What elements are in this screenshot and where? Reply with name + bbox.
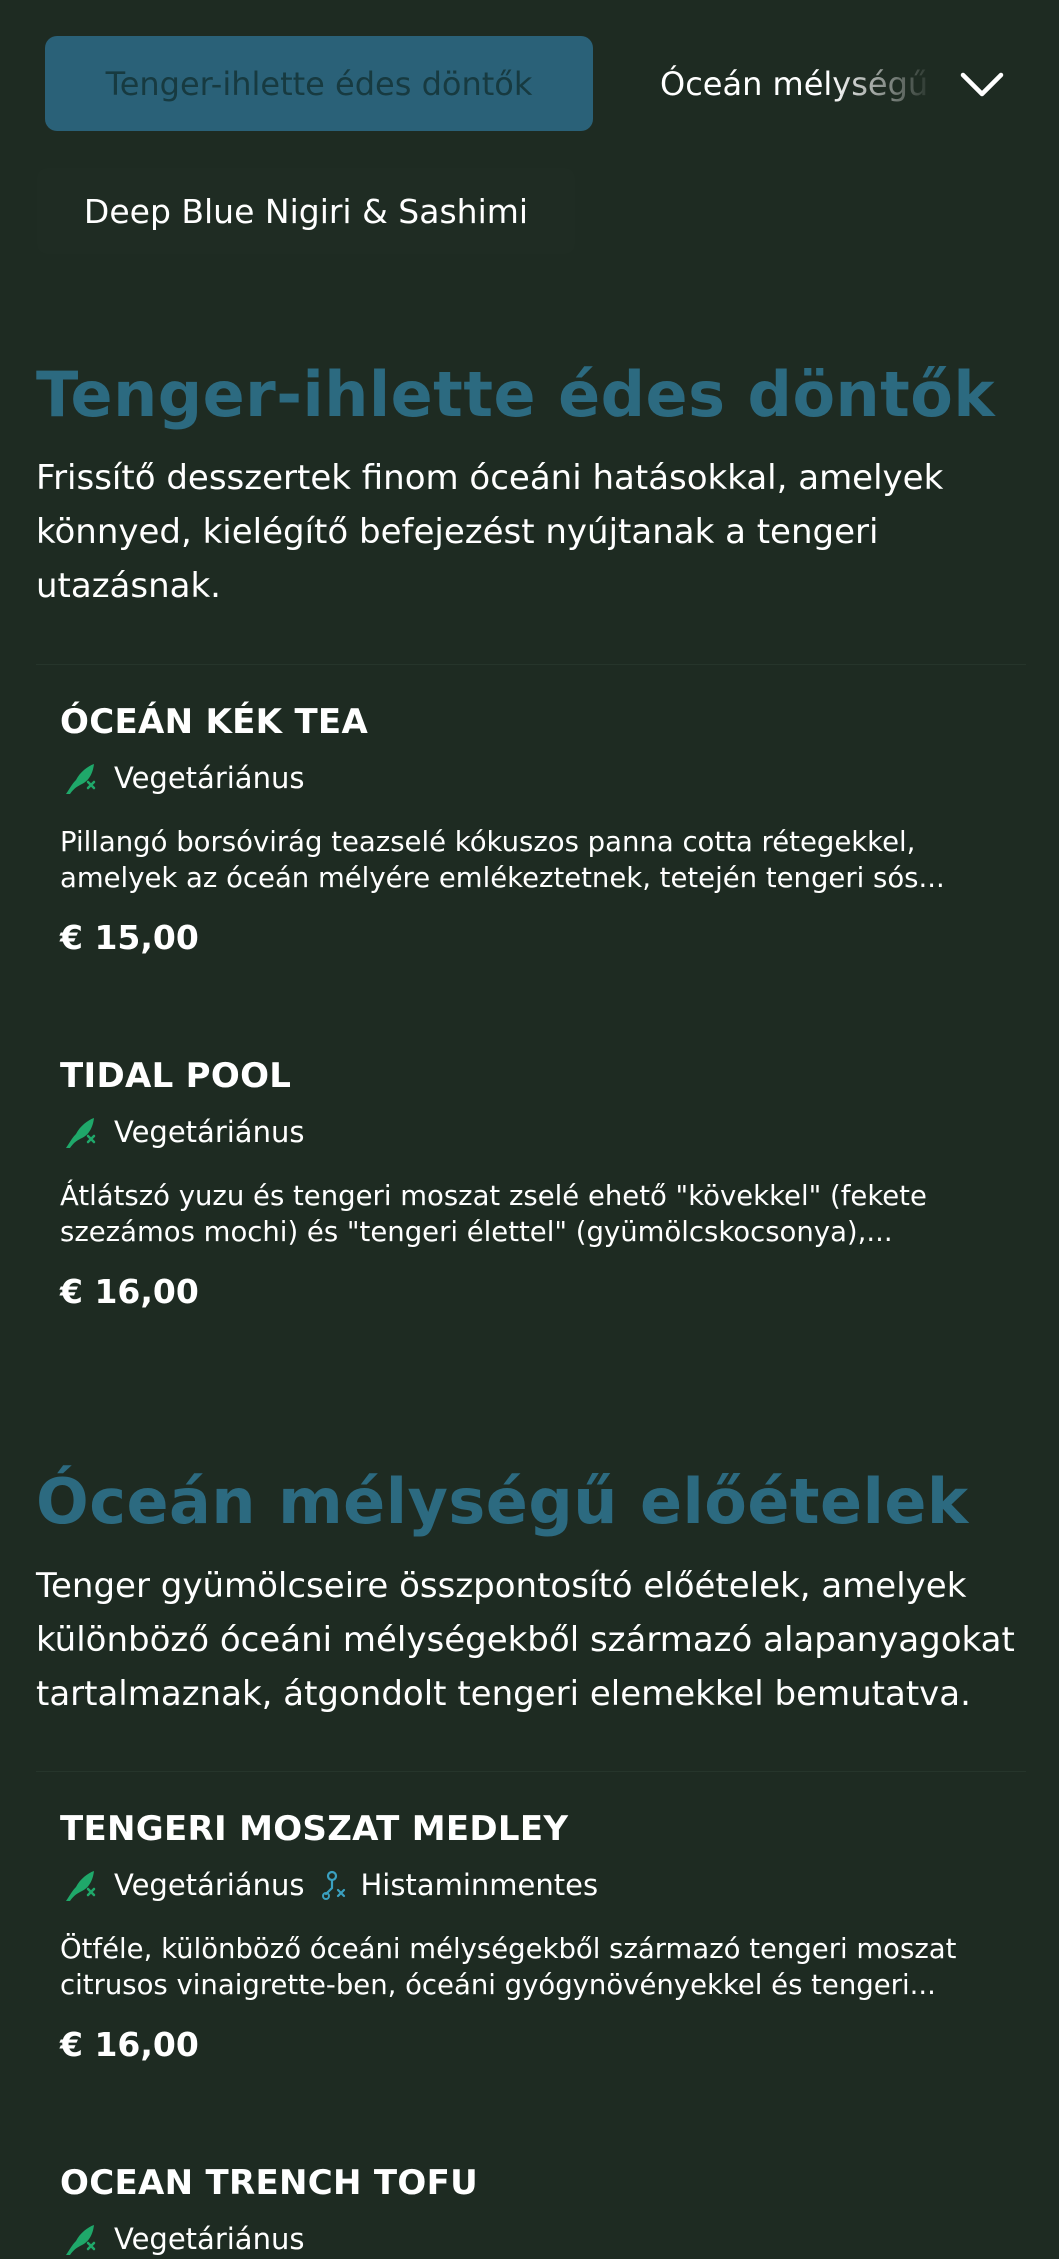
item-description: Pillangó borsóvirág teazselé kókuszos pa… <box>60 826 945 894</box>
section-title: Óceán mélységű előételek <box>36 1465 969 1538</box>
tab-sweet-finales[interactable]: Tenger-ihlette édes döntők <box>45 36 593 131</box>
item-tags: Vegetáriánus Histaminmentes <box>60 1865 1010 1905</box>
tag-label: Vegetáriánus <box>114 2222 305 2256</box>
item-price: € 16,00 <box>60 2025 199 2064</box>
chevron-down-icon[interactable] <box>955 58 1009 112</box>
item-name: TENGERI MOSZAT MEDLEY <box>60 1809 569 1849</box>
menu-item[interactable]: OCEAN TRENCH TOFU Vegetáriánus <box>60 2163 1010 2259</box>
tab-deep-blue-nigiri[interactable]: Deep Blue Nigiri & Sashimi <box>37 168 575 254</box>
item-description: Ötféle, különböző óceáni mélységekből sz… <box>60 1933 957 2001</box>
vegetarian-leaf-icon <box>66 2225 96 2255</box>
item-name: ÓCEÁN KÉK TEA <box>60 702 369 742</box>
divider <box>36 1771 1026 1772</box>
item-price: € 15,00 <box>60 918 199 957</box>
item-name: OCEAN TRENCH TOFU <box>60 2163 479 2203</box>
tag-vegetarian: Vegetáriánus <box>60 2219 304 2259</box>
tag-label: Histaminmentes <box>360 1868 599 1902</box>
tag-label: Vegetáriánus <box>114 1115 305 1149</box>
tag-vegetarian: Vegetáriánus <box>60 1865 304 1905</box>
tag-vegetarian: Vegetáriánus <box>60 1112 304 1152</box>
tab-label: Tenger-ihlette édes döntők <box>105 64 533 103</box>
item-tags: Vegetáriánus <box>60 2219 1010 2259</box>
menu-item[interactable]: TIDAL POOL Vegetáriánus Átlátszó yuzu és… <box>60 1056 1010 1311</box>
divider <box>36 664 1026 665</box>
menu-item[interactable]: ÓCEÁN KÉK TEA Vegetáriánus Pillangó bors… <box>60 702 1010 957</box>
item-price: € 16,00 <box>60 1272 199 1311</box>
menu-item[interactable]: TENGERI MOSZAT MEDLEY Vegetáriánus Hista… <box>60 1809 1010 2064</box>
section-description: Tenger gyümölcseire összpontosító előéte… <box>36 1566 1015 1714</box>
tag-vegetarian: Vegetáriánus <box>60 758 304 798</box>
tag-label: Vegetáriánus <box>114 1868 305 1902</box>
tab-label: Óceán mélységű előételek <box>660 64 935 103</box>
vegetarian-leaf-icon <box>66 764 96 794</box>
category-nav: Tenger-ihlette édes döntők Óceán mélység… <box>0 0 1059 160</box>
section-title: Tenger-ihlette édes döntők <box>36 358 996 431</box>
vegetarian-leaf-icon <box>66 1118 96 1148</box>
tab-label: Deep Blue Nigiri & Sashimi <box>83 191 529 231</box>
item-tags: Vegetáriánus <box>60 758 1010 798</box>
item-description: Átlátszó yuzu és tengeri moszat zselé eh… <box>60 1180 927 1248</box>
histamine-free-icon <box>322 1870 346 1900</box>
item-tags: Vegetáriánus <box>60 1112 1010 1152</box>
tag-label: Vegetáriánus <box>114 761 305 795</box>
tag-histamine-free: Histaminmentes <box>320 1868 598 1902</box>
tab-ocean-starters[interactable]: Óceán mélységű előételek <box>660 36 935 131</box>
item-name: TIDAL POOL <box>60 1056 292 1096</box>
section-description: Frissítő desszertek finom óceáni hatások… <box>36 458 944 606</box>
vegetarian-leaf-icon <box>66 1871 96 1901</box>
